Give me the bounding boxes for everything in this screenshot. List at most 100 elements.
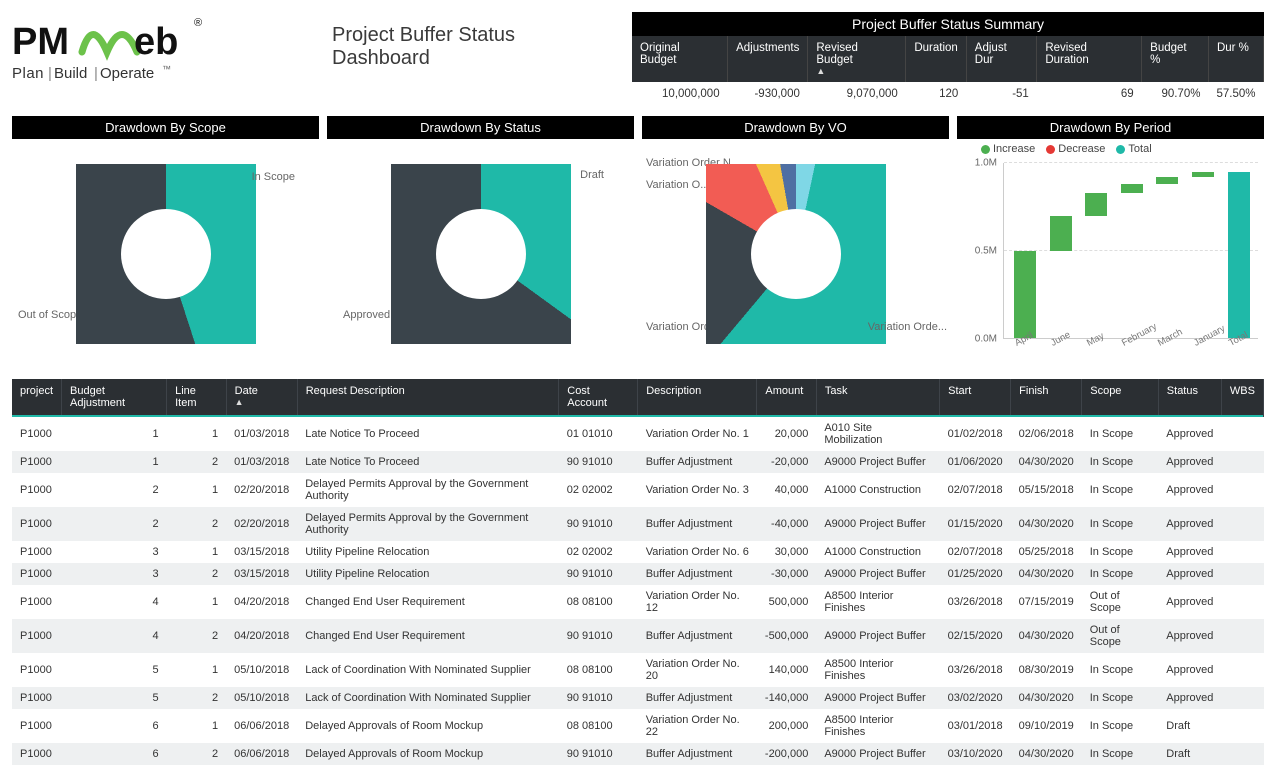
table-cell: In Scope (1082, 507, 1159, 541)
table-cell: P1000 (12, 619, 62, 653)
table-row[interactable]: P10005105/10/2018Lack of Coordination Wi… (12, 653, 1264, 687)
table-cell: 6 (62, 743, 167, 765)
svg-text:Build: Build (54, 65, 87, 82)
table-cell: A9000 Project Buffer (816, 687, 939, 709)
bar-february (1121, 184, 1143, 193)
summary-th-dur-pct[interactable]: Dur % (1208, 36, 1263, 82)
th-status[interactable]: Status (1158, 379, 1221, 415)
table-cell: 08 08100 (559, 653, 638, 687)
table-cell: Approved (1158, 687, 1221, 709)
charts-row: Drawdown By Scope Out of Scope In Scope … (12, 116, 1264, 369)
table-cell (1221, 451, 1263, 473)
summary-cell: 9,070,000 (808, 82, 906, 106)
bar-total (1228, 172, 1250, 338)
th-task[interactable]: Task (816, 379, 939, 415)
plot-area (1003, 163, 1258, 339)
table-cell: 02/07/2018 (940, 473, 1011, 507)
table-cell: 01/03/2018 (226, 451, 297, 473)
table-cell: In Scope (1082, 709, 1159, 743)
table-row[interactable]: P10001201/03/2018Late Notice To Proceed9… (12, 451, 1264, 473)
table-cell: Approved (1158, 585, 1221, 619)
table-cell: Approved (1158, 619, 1221, 653)
table-cell: Buffer Adjustment (638, 743, 757, 765)
table-cell: 140,000 (757, 653, 816, 687)
table-row[interactable]: P10004204/20/2018Changed End User Requir… (12, 619, 1264, 653)
summary-th-adjust-dur[interactable]: Adjust Dur (966, 36, 1037, 82)
chart-scope-body[interactable]: Out of Scope In Scope (12, 139, 319, 369)
table-cell: 05/15/2018 (1011, 473, 1082, 507)
th-budget-adj[interactable]: Budget Adjustment (62, 379, 167, 415)
summary-th-revised-budget[interactable]: Revised Budget▲ (808, 36, 906, 82)
th-description[interactable]: Description (638, 379, 757, 415)
summary-cell: -930,000 (728, 82, 808, 106)
table-cell: 02 02002 (559, 541, 638, 563)
table-cell: 90 91010 (559, 451, 638, 473)
table-cell: A9000 Project Buffer (816, 619, 939, 653)
registered-mark: ® (194, 17, 202, 29)
th-finish[interactable]: Finish (1011, 379, 1082, 415)
table-cell: Delayed Approvals of Room Mockup (297, 743, 559, 765)
table-row[interactable]: P10005205/10/2018Lack of Coordination Wi… (12, 687, 1264, 709)
summary-th-adjustments[interactable]: Adjustments (728, 36, 808, 82)
table-cell: Buffer Adjustment (638, 563, 757, 585)
table-cell: A9000 Project Buffer (816, 507, 939, 541)
table-row[interactable]: P10002202/20/2018Delayed Permits Approva… (12, 507, 1264, 541)
table-cell: P1000 (12, 687, 62, 709)
summary-th-original-budget[interactable]: Original Budget (632, 36, 728, 82)
table-cell: 30,000 (757, 541, 816, 563)
th-amount[interactable]: Amount (757, 379, 816, 415)
table-cell: 1 (62, 417, 167, 451)
table-row[interactable]: P10003203/15/2018Utility Pipeline Reloca… (12, 563, 1264, 585)
th-project[interactable]: project (12, 379, 62, 415)
table-cell: 04/30/2020 (1011, 687, 1082, 709)
table-cell: Out of Scope (1082, 585, 1159, 619)
table-cell: A8500 Interior Finishes (816, 585, 939, 619)
summary-th-revised-duration[interactable]: Revised Duration (1037, 36, 1142, 82)
summary-th-duration[interactable]: Duration (906, 36, 966, 82)
th-date[interactable]: Date▲ (226, 379, 297, 415)
svg-text:eb: eb (134, 21, 178, 63)
table-row[interactable]: P10003103/15/2018Utility Pipeline Reloca… (12, 541, 1264, 563)
table-row[interactable]: P10006106/06/2018Delayed Approvals of Ro… (12, 709, 1264, 743)
status-donut (391, 164, 571, 344)
table-row[interactable]: P10002102/20/2018Delayed Permits Approva… (12, 473, 1264, 507)
table-cell: 5 (62, 687, 167, 709)
table-cell: 03/10/2020 (940, 743, 1011, 765)
sort-asc-icon: ▲ (235, 397, 289, 407)
table-cell: 1 (167, 653, 227, 687)
chart-vo-body[interactable]: Variation Order N... Variation O... Vari… (642, 139, 949, 369)
chart-period: Drawdown By Period Increase Decrease Tot… (957, 116, 1264, 369)
th-wbs[interactable]: WBS (1221, 379, 1263, 415)
table-row[interactable]: P10006206/06/2018Delayed Approvals of Ro… (12, 743, 1264, 765)
table-cell: P1000 (12, 473, 62, 507)
table-cell: 3 (62, 541, 167, 563)
chart-status-title: Drawdown By Status (327, 116, 634, 139)
th-request[interactable]: Request Description (297, 379, 559, 415)
th-line-item[interactable]: Line Item (167, 379, 227, 415)
chart-status-body[interactable]: Approved Draft (327, 139, 634, 369)
chart-period-body[interactable]: Increase Decrease Total 0.0M 0.5M 1.0M (957, 139, 1264, 369)
table-cell: Approved (1158, 451, 1221, 473)
table-row[interactable]: P10004104/20/2018Changed End User Requir… (12, 585, 1264, 619)
table-row[interactable]: P10001101/03/2018Late Notice To Proceed0… (12, 417, 1264, 451)
table-cell: Buffer Adjustment (638, 507, 757, 541)
th-start[interactable]: Start (940, 379, 1011, 415)
summary-th-budget-pct[interactable]: Budget % (1142, 36, 1209, 82)
svg-text:|: | (48, 65, 52, 82)
th-scope[interactable]: Scope (1082, 379, 1159, 415)
table-cell: 1 (167, 709, 227, 743)
sort-asc-icon: ▲ (816, 66, 897, 76)
table-cell: 01/15/2020 (940, 507, 1011, 541)
pmweb-logo: PM eb ® Plan | Build | Operate ™ (12, 12, 242, 92)
table-cell: 40,000 (757, 473, 816, 507)
table-cell: In Scope (1082, 743, 1159, 765)
table-cell: 08 08100 (559, 585, 638, 619)
status-label-approved: Approved (343, 309, 390, 321)
table-cell: 03/26/2018 (940, 585, 1011, 619)
summary-cell: -51 (966, 82, 1037, 106)
table-cell: Lack of Coordination With Nominated Supp… (297, 653, 559, 687)
th-cost-acct[interactable]: Cost Account (559, 379, 638, 415)
table-cell: P1000 (12, 417, 62, 451)
table-cell: Changed End User Requirement (297, 585, 559, 619)
table-cell: Delayed Permits Approval by the Governme… (297, 507, 559, 541)
